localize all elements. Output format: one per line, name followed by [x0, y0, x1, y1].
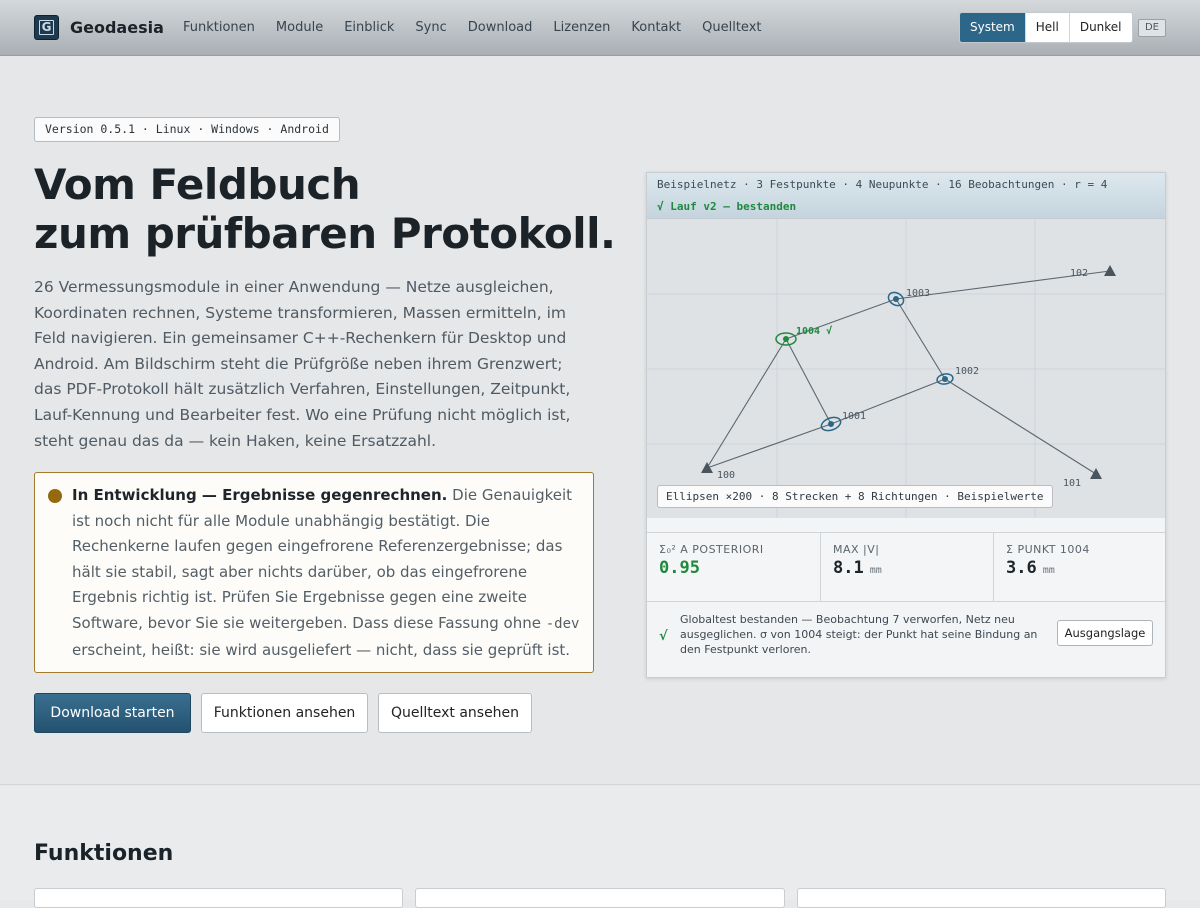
language-switch[interactable]: DE	[1138, 19, 1166, 37]
point-label: 1002	[955, 366, 979, 377]
observation-line	[785, 338, 832, 425]
download-start-button[interactable]: Download starten	[34, 693, 191, 733]
stat-value-number: 3.6	[1006, 558, 1037, 578]
brand-name[interactable]: Geodaesia	[70, 18, 164, 37]
nav-link-sync[interactable]: Sync	[415, 20, 446, 35]
nav-link-kontakt[interactable]: Kontakt	[631, 20, 681, 35]
point-label: 1003	[906, 288, 930, 299]
theme-option-dunkel[interactable]: Dunkel	[1068, 13, 1132, 42]
demo-panel-header: Beispielnetz · 3 Festpunkte · 4 Neupunkt…	[647, 173, 1165, 219]
theme-option-system[interactable]: System	[960, 13, 1025, 42]
adjustment-stats: Σ₀² A POSTERIORI 0.95 MAX |V| 8.1 mm Σ PU…	[647, 532, 1165, 602]
view-features-button[interactable]: Funktionen ansehen	[201, 693, 368, 733]
stat-max-v: MAX |V| 8.1 mm	[821, 533, 993, 601]
features-title: Funktionen	[34, 841, 174, 866]
control-point-triangle-icon	[1090, 468, 1102, 479]
new-point-marker	[942, 376, 948, 382]
theme-option-hell[interactable]: Hell	[1024, 13, 1069, 42]
point-label: 100	[717, 470, 735, 481]
point-label: 1004 √	[796, 325, 832, 337]
logo-frame: G	[39, 20, 54, 35]
network-plot-svg: 100 101 102 1001 1002 1003 1004 √	[647, 219, 1165, 518]
view-source-button[interactable]: Quelltext ansehen	[378, 693, 532, 733]
observation-line	[706, 338, 787, 469]
stat-value-number: 0.95	[659, 558, 700, 578]
new-point-marker	[828, 421, 834, 427]
stat-label: Σ PUNKT 1004	[1006, 543, 1090, 556]
main-nav: Funktionen Module Einblick Sync Download…	[183, 20, 783, 35]
development-notice: In Entwicklung — Ergebnisse gegenrechnen…	[34, 472, 594, 673]
network-demo-panel: Beispielnetz · 3 Festpunkte · 4 Neupunkt…	[646, 172, 1166, 678]
point-label: 102	[1070, 268, 1088, 279]
reset-initial-state-button[interactable]: Ausgangslage	[1057, 620, 1153, 646]
notice-text: In Entwicklung — Ergebnisse gegenrechnen…	[72, 483, 582, 663]
demo-run-status: √ Lauf v2 — bestanden	[657, 200, 797, 213]
stat-value: 0.95	[659, 558, 700, 578]
nav-link-quelltext[interactable]: Quelltext	[702, 20, 761, 35]
hero-title-line-1: Vom Feldbuch	[34, 160, 361, 209]
stat-unit: mm	[869, 565, 882, 576]
observation-line	[895, 298, 946, 380]
demo-network-summary: Beispielnetz · 3 Festpunkte · 4 Neupunkt…	[657, 178, 1108, 191]
observation-line	[944, 378, 1097, 475]
new-point-marker	[893, 296, 899, 302]
theme-switcher: System Hell Dunkel	[959, 12, 1133, 43]
notice-body-2: erscheint, heißt: sie wird ausgeliefert …	[72, 640, 571, 659]
point-label: 1001	[842, 411, 866, 422]
control-point-triangle-icon	[701, 462, 713, 473]
nav-link-funktionen[interactable]: Funktionen	[183, 20, 255, 35]
feature-card[interactable]	[797, 888, 1166, 908]
stat-value: 3.6 mm	[1006, 558, 1055, 578]
stat-sigma-posteriori: Σ₀² A POSTERIORI 0.95	[647, 533, 820, 601]
stat-value-number: 8.1	[833, 558, 864, 578]
hero-title: Vom Feldbuch zum prüfbaren Protokoll.	[34, 160, 616, 258]
feature-card[interactable]	[34, 888, 403, 908]
feature-card[interactable]	[415, 888, 785, 908]
stat-unit: mm	[1042, 565, 1055, 576]
observation-line	[706, 423, 832, 469]
geodaesia-logo-icon[interactable]: G	[34, 15, 59, 40]
new-point-marker	[783, 336, 789, 342]
stat-sigma-point-1004: Σ PUNKT 1004 3.6 mm	[994, 533, 1165, 601]
plot-caption: Ellipsen ×200 · 8 Strecken + 8 Richtunge…	[657, 485, 1053, 508]
stat-value: 8.1 mm	[833, 558, 882, 578]
control-point-triangle-icon	[1104, 265, 1116, 276]
logo-letter: G	[41, 20, 52, 34]
warning-dot-icon	[48, 489, 62, 503]
demo-result-text: Globaltest bestanden — Beobachtung 7 ver…	[680, 613, 1038, 656]
stat-label: Σ₀² A POSTERIORI	[659, 543, 764, 556]
demo-panel-footer: √ Globaltest bestanden — Beobachtung 7 v…	[647, 603, 1165, 677]
version-badge: Version 0.5.1 · Linux · Windows · Androi…	[34, 117, 340, 142]
hero-section: Version 0.5.1 · Linux · Windows · Androi…	[0, 56, 1200, 785]
hero-intro: 26 Vermessungsmodule in einer Anwendung …	[34, 278, 571, 450]
top-navigation-bar: G Geodaesia Funktionen Module Einblick S…	[0, 0, 1200, 56]
nav-link-einblick[interactable]: Einblick	[344, 20, 394, 35]
stat-label: MAX |V|	[833, 543, 880, 556]
features-section: Funktionen	[0, 786, 1200, 908]
check-icon: √	[659, 629, 668, 644]
nav-link-lizenzen[interactable]: Lizenzen	[553, 20, 610, 35]
notice-heading: In Entwicklung — Ergebnisse gegenrechnen…	[72, 486, 448, 504]
notice-code: -dev	[545, 615, 580, 632]
network-plot[interactable]: 100 101 102 1001 1002 1003 1004 √ Ellipsen ×20…	[647, 219, 1165, 518]
notice-body-1: Die Genauigkeit ist noch nicht für alle …	[72, 486, 573, 632]
nav-link-module[interactable]: Module	[276, 20, 323, 35]
nav-link-download[interactable]: Download	[468, 20, 533, 35]
point-label: 101	[1063, 478, 1081, 489]
hero-title-line-2: zum prüfbaren Protokoll.	[34, 209, 616, 258]
